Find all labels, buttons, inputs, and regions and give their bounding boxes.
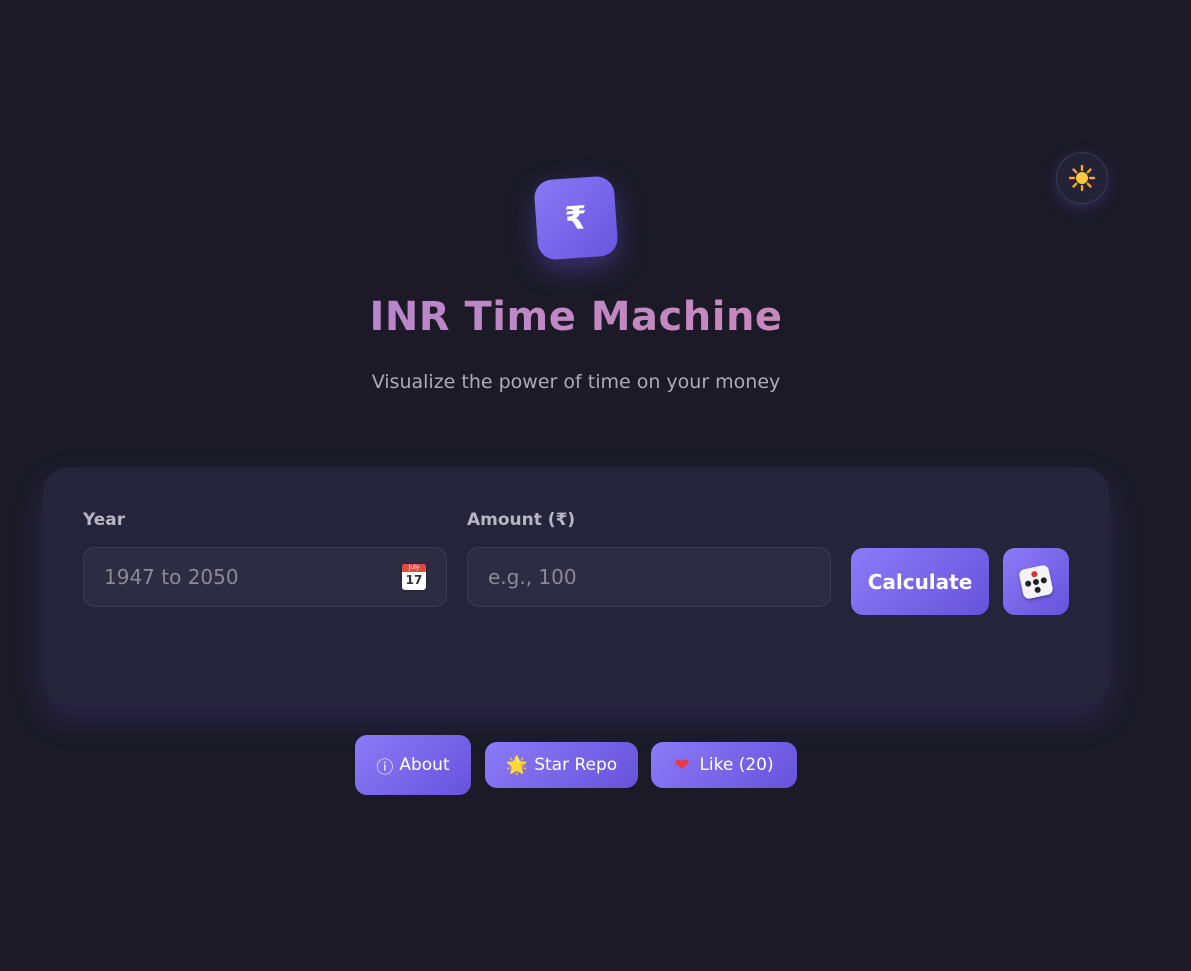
year-label: Year [83, 510, 126, 530]
heart-icon: ❤ [674, 754, 690, 776]
like-label: Like (20) [699, 755, 774, 775]
star-repo-label: Star Repo [534, 755, 618, 775]
calendar-month: July [402, 564, 426, 572]
about-button[interactable]: ⓘ About [355, 735, 471, 795]
amount-input[interactable] [468, 548, 830, 606]
info-icon: ⓘ [376, 757, 394, 778]
theme-toggle-button[interactable] [1056, 152, 1108, 204]
random-button[interactable] [1003, 548, 1069, 615]
star-repo-button[interactable]: 🌟 Star Repo [485, 742, 638, 788]
amount-label: Amount (₹) [467, 510, 576, 530]
page-subtitle: Visualize the power of time on your mone… [371, 371, 781, 393]
calendar-icon[interactable]: July 17 [402, 564, 426, 590]
like-button[interactable]: ❤ Like (20) [651, 742, 797, 788]
calendar-day: 17 [405, 573, 423, 587]
amount-field [467, 547, 831, 607]
rupee-icon: ₹ [563, 198, 589, 238]
page-title: INR Time Machine [0, 294, 1152, 340]
app-logo: ₹ [533, 175, 619, 261]
dice-icon [1018, 563, 1054, 600]
year-input[interactable] [84, 548, 446, 606]
sun-icon [1068, 164, 1096, 192]
star-icon: 🌟 [505, 754, 529, 776]
year-field: July 17 [83, 547, 447, 607]
about-label: About [399, 755, 450, 775]
app-page: ₹ INR Time Machine Visualize the power o… [0, 0, 1191, 971]
calculate-button[interactable]: Calculate [851, 548, 989, 615]
